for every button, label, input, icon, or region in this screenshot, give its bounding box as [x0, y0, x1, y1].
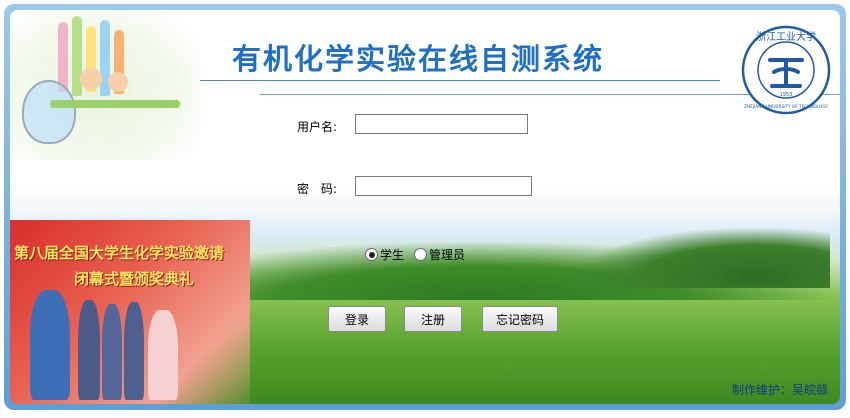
logo-year: 1953: [780, 92, 793, 98]
login-button[interactable]: 登录: [328, 306, 386, 332]
role-label-student: 学生: [380, 248, 405, 262]
password-input[interactable]: [355, 176, 532, 196]
register-button[interactable]: 注册: [404, 306, 462, 332]
lab-illustration: [10, 10, 200, 160]
username-input[interactable]: [355, 114, 528, 134]
role-radio-group: 学生 管理员: [365, 246, 465, 263]
login-window-frame: 第八届全国大学生化学实验邀请 闭幕式暨颁奖典礼 有机化学实验在线自测系统 浙江工…: [4, 4, 846, 410]
banner-line-1: 第八届全国大学生化学实验邀请: [14, 244, 225, 262]
role-label-admin: 管理员: [429, 248, 466, 262]
role-radio-admin[interactable]: [414, 248, 428, 261]
forgot-password-button[interactable]: 忘记密码: [482, 306, 558, 332]
flask-icon: [22, 80, 76, 144]
username-label: 用户名:: [297, 120, 338, 134]
page-title: 有机化学实验在线自测系统: [232, 42, 605, 76]
logo-name: 浙江工业大学: [756, 30, 816, 43]
footer-credit: 制作维护：吴皖赣: [731, 383, 828, 397]
logo-english-name: ZHEJIANG UNIVERSITY OF TECHNOLOGY: [744, 104, 828, 109]
password-label: 密 码:: [297, 182, 338, 196]
role-radio-student[interactable]: [365, 248, 378, 261]
login-background: 第八届全国大学生化学实验邀请 闭幕式暨颁奖典礼 有机化学实验在线自测系统 浙江工…: [10, 10, 840, 404]
title-underline: [200, 80, 720, 81]
background-trees: [580, 228, 830, 288]
banner-line-2: 闭幕式暨颁奖典礼: [74, 270, 195, 288]
university-logo: 浙江工业大学 1953 ZHEJIANG UNIVERSITY OF TECHN…: [741, 25, 831, 115]
